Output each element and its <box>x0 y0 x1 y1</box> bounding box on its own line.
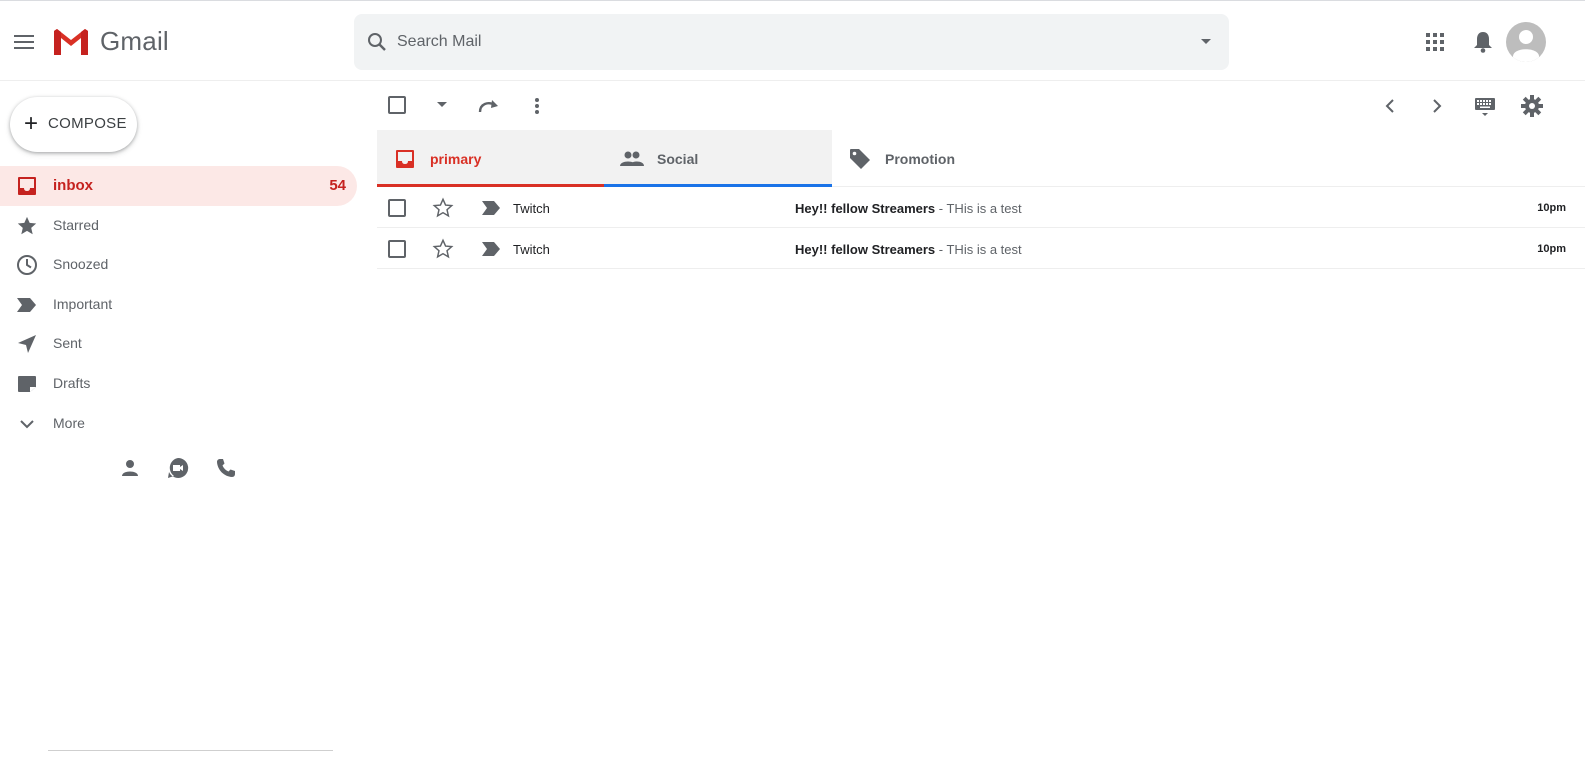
tab-primary[interactable]: primary <box>377 130 604 187</box>
message-sender: Twitch <box>513 201 550 216</box>
person-icon <box>122 460 138 476</box>
account-person-icon <box>1513 30 1539 62</box>
app-header: Gmail <box>0 1 1585 81</box>
horizontal-scrollbar[interactable] <box>48 750 333 751</box>
sidebar-item-label: Drafts <box>53 375 91 391</box>
tab-label: Promotion <box>885 151 955 167</box>
tab-label: primary <box>430 151 482 167</box>
inbox-icon <box>393 147 417 171</box>
tab-indicator <box>604 184 832 187</box>
sidebar-item-label: Sent <box>53 335 82 351</box>
search-options-dropdown-icon[interactable] <box>1200 38 1212 46</box>
message-time: 10pm <box>1537 243 1566 255</box>
important-marker-icon[interactable] <box>479 237 503 261</box>
gmail-logo[interactable]: Gmail <box>52 26 169 57</box>
main-menu-button[interactable] <box>10 28 38 56</box>
message-snippet: - THis is a test <box>935 201 1022 216</box>
subject-text: Hey!! fellow Streamers <box>795 242 936 257</box>
message-sender: Twitch <box>513 242 550 257</box>
label-important-icon <box>15 293 39 317</box>
contacts-button[interactable] <box>117 455 143 481</box>
message-time: 10pm <box>1537 202 1566 214</box>
newer-page-button[interactable] <box>1378 94 1402 118</box>
sidebar-item-label: Snoozed <box>53 256 109 272</box>
select-dropdown-button[interactable] <box>432 98 452 112</box>
search-bar[interactable] <box>354 14 1229 70</box>
tab-label: Social <box>657 151 699 167</box>
message-checkbox[interactable] <box>388 199 406 217</box>
clock-icon <box>15 253 39 277</box>
caret-down-icon <box>437 102 447 107</box>
compose-label: COMPOSE <box>48 115 127 132</box>
keyboard-icon <box>1475 98 1495 116</box>
star-icon <box>15 214 39 238</box>
sidebar-item-label: Important <box>53 296 113 312</box>
send-icon <box>15 332 39 356</box>
tab-social[interactable]: Social <box>604 130 832 187</box>
tab-active-indicator <box>377 184 604 187</box>
people-icon <box>620 147 644 171</box>
inbox-icon <box>15 174 39 198</box>
gmail-m-icon <box>54 28 88 55</box>
app-name: Gmail <box>100 26 169 56</box>
sidebar-item-important[interactable]: Important <box>0 285 357 325</box>
message-checkbox[interactable] <box>388 240 406 258</box>
older-page-button[interactable] <box>1425 94 1449 118</box>
star-outline-icon[interactable] <box>431 196 455 220</box>
input-tools-button[interactable] <box>1472 94 1498 120</box>
tab-promotion[interactable]: Promotion <box>832 130 1062 187</box>
message-subject: Hey!! fellow Streamers - THis is a test <box>795 242 1022 257</box>
sidebar-item-more[interactable]: More <box>0 404 357 444</box>
phone-icon <box>217 459 235 477</box>
select-all-checkbox[interactable] <box>386 94 408 116</box>
message-subject: Hey!! fellow Streamers - THis is a test <box>795 201 1022 216</box>
account-avatar[interactable] <box>1506 22 1546 62</box>
message-row[interactable]: Twitch Hey!! fellow Streamers - THis is … <box>377 229 1585 269</box>
sidebar-item-label: More <box>53 415 85 431</box>
phone-call-button[interactable] <box>213 455 239 481</box>
apps-grid-icon <box>1426 33 1444 51</box>
refresh-icon <box>478 100 498 113</box>
chevron-right-icon <box>1433 99 1442 113</box>
google-apps-button[interactable] <box>1422 29 1448 55</box>
refresh-button[interactable] <box>477 94 501 118</box>
sidebar-item-drafts[interactable]: Drafts <box>0 364 357 404</box>
star-outline-icon[interactable] <box>431 237 455 261</box>
message-snippet: - THis is a test <box>935 242 1022 257</box>
chevron-left-icon <box>1385 99 1394 113</box>
compose-button[interactable]: + COMPOSE <box>10 97 137 152</box>
notifications-button[interactable] <box>1470 29 1496 55</box>
search-input[interactable] <box>397 28 1177 56</box>
more-vert-icon <box>535 98 539 114</box>
hamburger-menu-icon <box>14 35 34 49</box>
subject-text: Hey!! fellow Streamers <box>795 201 936 216</box>
message-row[interactable]: Twitch Hey!! fellow Streamers - THis is … <box>377 188 1585 228</box>
duo-video-button[interactable] <box>165 455 191 481</box>
bell-icon <box>1474 32 1492 53</box>
gear-icon <box>1521 95 1543 117</box>
duo-video-icon <box>168 457 189 478</box>
plus-icon: + <box>23 110 38 137</box>
tag-icon <box>848 147 872 171</box>
chevron-down-icon <box>15 412 39 436</box>
search-icon[interactable] <box>365 30 389 54</box>
sidebar-item-label: Starred <box>53 217 99 233</box>
category-tabs: primary Social Promotion <box>377 130 1585 187</box>
sidebar-item-inbox[interactable]: inbox 54 <box>0 166 357 206</box>
sidebar-item-snoozed[interactable]: Snoozed <box>0 245 357 285</box>
unread-count-badge: 54 <box>329 177 346 194</box>
sidebar-item-label: inbox <box>53 177 93 194</box>
settings-button[interactable] <box>1520 94 1544 118</box>
important-marker-icon[interactable] <box>479 196 503 220</box>
drafts-icon <box>15 372 39 396</box>
more-actions-button[interactable] <box>525 94 549 118</box>
sidebar-item-starred[interactable]: Starred <box>0 206 357 246</box>
sidebar-item-sent[interactable]: Sent <box>0 324 357 364</box>
